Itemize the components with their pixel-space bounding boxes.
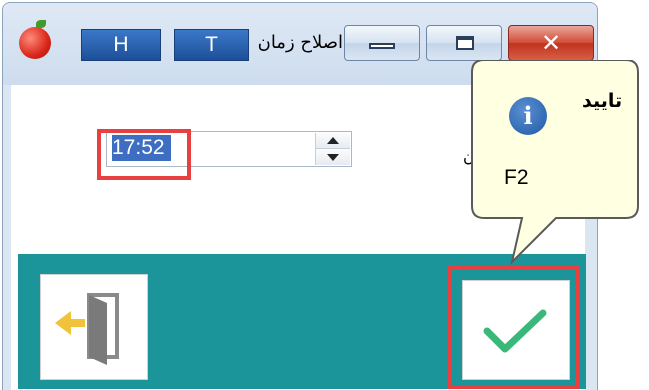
checkmark-icon bbox=[483, 309, 547, 353]
confirm-button[interactable] bbox=[462, 280, 570, 380]
time-input[interactable]: 17:52 bbox=[106, 131, 352, 167]
arrow-down-icon bbox=[327, 154, 339, 161]
exit-door-icon bbox=[55, 293, 119, 365]
close-icon: ✕ bbox=[540, 29, 562, 57]
arrow-up-icon bbox=[327, 137, 339, 144]
exit-button[interactable] bbox=[40, 274, 148, 380]
app-apple-icon bbox=[19, 27, 51, 59]
time-input-value[interactable]: 17:52 bbox=[112, 135, 171, 161]
shortcut-key-t: T bbox=[174, 29, 249, 61]
minimize-icon bbox=[369, 43, 395, 49]
app-apple-leaf bbox=[36, 20, 46, 28]
info-icon: i bbox=[509, 97, 547, 135]
close-button[interactable]: ✕ bbox=[508, 25, 594, 61]
maximize-icon bbox=[456, 36, 474, 50]
minimize-button[interactable] bbox=[344, 25, 420, 61]
tooltip-title: تایید bbox=[582, 90, 623, 112]
spinner-up-button[interactable] bbox=[316, 133, 350, 149]
shortcut-key-h: H bbox=[81, 29, 161, 61]
tooltip-shortcut: F2 bbox=[504, 166, 529, 189]
spinner-down-button[interactable] bbox=[316, 149, 350, 165]
time-spinner bbox=[315, 133, 350, 165]
maximize-button[interactable] bbox=[426, 25, 502, 61]
window-title: اصلاح زمان bbox=[258, 32, 343, 53]
